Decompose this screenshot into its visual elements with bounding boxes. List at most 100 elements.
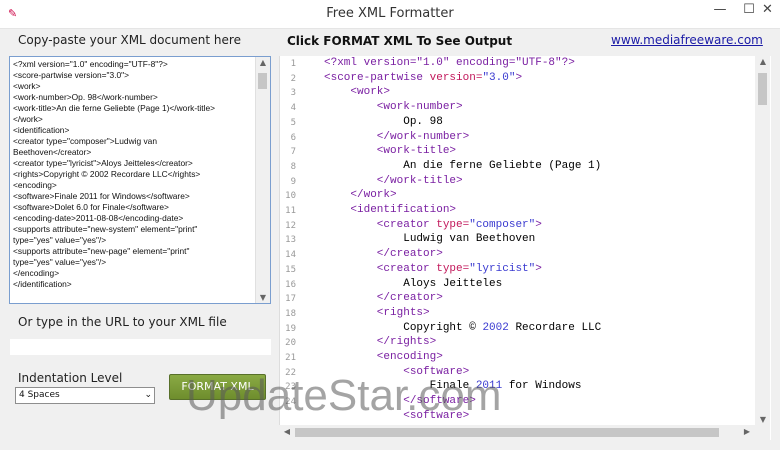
line-number: 23 <box>285 382 296 393</box>
format-xml-button[interactable]: FORMAT XML <box>169 374 266 400</box>
indentation-label: Indentation Level <box>18 371 123 385</box>
scroll-left-icon[interactable]: ◀ <box>282 427 292 436</box>
chevron-down-icon: ⌄ <box>144 390 152 400</box>
code-line: Op. 98 <box>324 116 443 128</box>
code-token: </creator> <box>324 248 443 261</box>
code-line: Copyright © 2002 Recordare LLC <box>324 322 601 334</box>
xml-input-line: <supports attribute="new-page" element="… <box>13 246 190 256</box>
line-number: 24 <box>285 397 296 408</box>
code-token: "lyricist" <box>469 262 536 275</box>
xml-input-line: <identification> <box>13 125 70 135</box>
code-token: </work-number> <box>324 130 470 143</box>
website-link[interactable]: www.mediafreeware.com <box>611 33 763 47</box>
scroll-up-icon[interactable]: ▲ <box>258 58 268 67</box>
code-line: <software> <box>324 366 469 378</box>
code-line: <score-partwise version="3.0"> <box>324 72 522 84</box>
window-title: Free XML Formatter <box>326 6 454 21</box>
line-number: 11 <box>285 206 296 216</box>
code-line: <work> <box>324 86 390 98</box>
code-token: <?xml version="1.0" encoding="UTF-8"?> <box>324 57 575 69</box>
line-number: 1 <box>290 59 296 69</box>
xml-input-scrollbar[interactable]: ▲ ▼ <box>255 57 270 303</box>
line-number: 22 <box>285 367 296 378</box>
code-line: An die ferne Geliebte (Page 1) <box>324 160 601 172</box>
xml-input-line: <encoding-date>2011-08-08</encoding-date… <box>13 213 184 223</box>
code-token: <creator <box>324 262 437 275</box>
code-token: Copyright © <box>324 321 483 334</box>
title-bar: ✎ Free XML Formatter — ☐ ✕ <box>0 0 780 29</box>
code-token: Aloys Jeitteles <box>324 277 503 290</box>
indentation-select[interactable]: 4 Spaces ⌄ <box>15 387 155 404</box>
line-number: 17 <box>285 294 296 305</box>
code-token: Finale <box>324 380 476 393</box>
xml-input-line: <work-title>An die ferne Geliebte (Page … <box>13 103 216 113</box>
code-token: <work> <box>324 86 391 99</box>
xml-output-panel[interactable]: 1 2 3 4 5 6 7 8 9 10 11 12 13 14 15 16 17 18 19 20 21 22 23 24 … <box>279 56 771 440</box>
code-line: Finale 2011 for Windows <box>324 380 582 393</box>
code-token: An die ferne Geliebte (Page 1) <box>324 159 602 172</box>
code-token: <software> <box>324 409 470 422</box>
code-line: </work-title> <box>324 175 463 187</box>
xml-input-line: <software>Dolet 6.0 for Finale</software… <box>13 202 169 212</box>
code-line: <work-number> <box>324 101 463 113</box>
xml-input-line: <?xml version="1.0" encoding="UTF-8"?> <box>13 59 168 69</box>
minimize-button[interactable]: — <box>706 0 734 22</box>
output-instruction: Click FORMAT XML To See Output <box>287 34 513 48</box>
code-line: Aloys Jeitteles <box>324 278 502 290</box>
code-token: type= <box>436 218 470 231</box>
scrollbar-thumb[interactable] <box>258 73 267 89</box>
xml-input-line: <software>Finale 2011 for Windows</softw… <box>13 191 190 201</box>
code-line: </creator> <box>324 248 443 260</box>
xml-input-line: type="yes" value="yes"/> <box>13 257 107 267</box>
code-token: type= <box>436 262 470 275</box>
xml-input-line: <score-partwise version="3.0"> <box>13 70 130 80</box>
code-line: </work> <box>324 189 396 201</box>
scroll-down-icon[interactable]: ▼ <box>258 293 268 302</box>
scrollbar-thumb[interactable] <box>758 73 767 105</box>
code-token: <score-partwise <box>324 71 430 84</box>
line-number: 21 <box>285 353 296 363</box>
code-token: <rights> <box>324 306 430 319</box>
code-line: <encoding> <box>324 351 443 363</box>
scroll-up-icon[interactable]: ▲ <box>758 57 768 66</box>
line-number: 19 <box>285 323 296 334</box>
line-number: 9 <box>290 176 296 187</box>
paste-label: Copy-paste your XML document here <box>18 33 241 47</box>
line-number: 7 <box>290 147 296 158</box>
line-number: 10 <box>285 191 296 202</box>
code-token: <work-title> <box>324 145 457 158</box>
line-number: 14 <box>285 250 296 261</box>
code-token: Op. 98 <box>324 115 443 128</box>
url-input[interactable] <box>9 338 272 356</box>
code-line: </software> <box>324 395 476 407</box>
close-button[interactable]: ✕ <box>755 0 780 22</box>
code-token: 2011 <box>475 380 503 393</box>
scroll-down-icon[interactable]: ▼ <box>758 415 768 424</box>
code-line: </work-number> <box>324 131 469 143</box>
xml-input-line: <creator type="lyricist">Aloys Jeitteles… <box>13 158 193 168</box>
code-token: </software> <box>324 395 476 408</box>
line-number: 4 <box>290 103 296 114</box>
line-number-gutter: 1 2 3 4 5 6 7 8 9 10 11 12 13 14 15 16 17 18 19 20 21 22 23 24 <box>280 56 310 440</box>
line-number: 12 <box>285 220 296 231</box>
indentation-selected-value: 4 Spaces <box>19 390 60 400</box>
scrollbar-thumb[interactable] <box>295 428 719 437</box>
xml-input-line: </work> <box>13 114 43 124</box>
code-token: </work-title> <box>324 174 463 187</box>
code-line: <creator type="lyricist"> <box>324 263 542 275</box>
code-line: </rights> <box>324 336 436 348</box>
output-vertical-scrollbar[interactable]: ▲ ▼ <box>755 56 770 425</box>
code-line: <software> <box>324 410 469 422</box>
line-number: 5 <box>290 117 296 128</box>
line-number: 3 <box>290 88 296 99</box>
code-line: </creator> <box>324 292 443 304</box>
code-token: version= <box>429 71 483 84</box>
code-line: <creator type="composer"> <box>324 219 542 231</box>
url-label: Or type in the URL to your XML file <box>18 315 227 329</box>
code-token: <work-number> <box>324 101 463 114</box>
code-token: "composer" <box>469 218 536 231</box>
xml-input-textarea[interactable]: <?xml version="1.0" encoding="UTF-8"?> <s… <box>9 56 271 304</box>
output-horizontal-scrollbar[interactable]: ◀ ▶ <box>279 425 755 440</box>
scroll-right-icon[interactable]: ▶ <box>742 427 752 436</box>
code-token: </rights> <box>324 336 437 349</box>
